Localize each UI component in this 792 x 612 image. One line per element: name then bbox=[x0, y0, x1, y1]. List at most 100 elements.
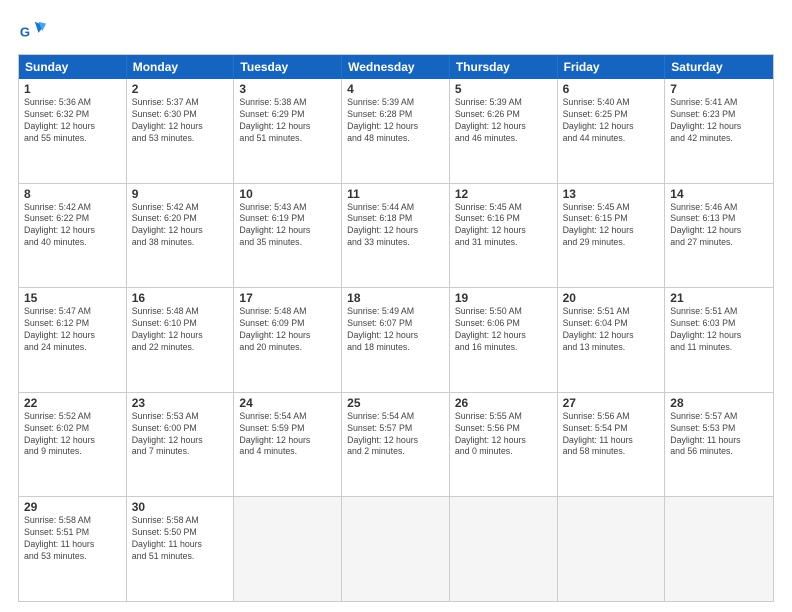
day-info: Sunrise: 5:52 AM Sunset: 6:02 PM Dayligh… bbox=[24, 411, 121, 459]
cal-cell-day-28: 28Sunrise: 5:57 AM Sunset: 5:53 PM Dayli… bbox=[665, 393, 773, 497]
day-info: Sunrise: 5:53 AM Sunset: 6:00 PM Dayligh… bbox=[132, 411, 229, 459]
day-number: 12 bbox=[455, 187, 552, 201]
day-info: Sunrise: 5:49 AM Sunset: 6:07 PM Dayligh… bbox=[347, 306, 444, 354]
day-number: 29 bbox=[24, 500, 121, 514]
cal-cell-day-26: 26Sunrise: 5:55 AM Sunset: 5:56 PM Dayli… bbox=[450, 393, 558, 497]
cal-cell-day-23: 23Sunrise: 5:53 AM Sunset: 6:00 PM Dayli… bbox=[127, 393, 235, 497]
day-info: Sunrise: 5:45 AM Sunset: 6:15 PM Dayligh… bbox=[563, 202, 660, 250]
day-info: Sunrise: 5:44 AM Sunset: 6:18 PM Dayligh… bbox=[347, 202, 444, 250]
cal-cell-day-22: 22Sunrise: 5:52 AM Sunset: 6:02 PM Dayli… bbox=[19, 393, 127, 497]
day-number: 16 bbox=[132, 291, 229, 305]
cal-cell-day-27: 27Sunrise: 5:56 AM Sunset: 5:54 PM Dayli… bbox=[558, 393, 666, 497]
header-day-friday: Friday bbox=[558, 55, 666, 79]
day-number: 20 bbox=[563, 291, 660, 305]
day-number: 21 bbox=[670, 291, 768, 305]
cal-cell-day-18: 18Sunrise: 5:49 AM Sunset: 6:07 PM Dayli… bbox=[342, 288, 450, 392]
header-day-tuesday: Tuesday bbox=[234, 55, 342, 79]
cal-cell-day-11: 11Sunrise: 5:44 AM Sunset: 6:18 PM Dayli… bbox=[342, 184, 450, 288]
cal-cell-day-20: 20Sunrise: 5:51 AM Sunset: 6:04 PM Dayli… bbox=[558, 288, 666, 392]
cal-cell-day-25: 25Sunrise: 5:54 AM Sunset: 5:57 PM Dayli… bbox=[342, 393, 450, 497]
day-number: 30 bbox=[132, 500, 229, 514]
svg-text:G: G bbox=[20, 25, 30, 40]
day-number: 5 bbox=[455, 82, 552, 96]
day-info: Sunrise: 5:56 AM Sunset: 5:54 PM Dayligh… bbox=[563, 411, 660, 459]
cal-cell-day-3: 3Sunrise: 5:38 AM Sunset: 6:29 PM Daylig… bbox=[234, 79, 342, 183]
day-number: 19 bbox=[455, 291, 552, 305]
logo-icon: G bbox=[18, 18, 46, 46]
header-day-monday: Monday bbox=[127, 55, 235, 79]
day-info: Sunrise: 5:40 AM Sunset: 6:25 PM Dayligh… bbox=[563, 97, 660, 145]
day-info: Sunrise: 5:51 AM Sunset: 6:04 PM Dayligh… bbox=[563, 306, 660, 354]
day-info: Sunrise: 5:48 AM Sunset: 6:10 PM Dayligh… bbox=[132, 306, 229, 354]
logo: G bbox=[18, 18, 50, 46]
day-number: 6 bbox=[563, 82, 660, 96]
cal-cell-day-14: 14Sunrise: 5:46 AM Sunset: 6:13 PM Dayli… bbox=[665, 184, 773, 288]
week-row-4: 29Sunrise: 5:58 AM Sunset: 5:51 PM Dayli… bbox=[19, 496, 773, 601]
day-info: Sunrise: 5:48 AM Sunset: 6:09 PM Dayligh… bbox=[239, 306, 336, 354]
cal-cell-day-19: 19Sunrise: 5:50 AM Sunset: 6:06 PM Dayli… bbox=[450, 288, 558, 392]
day-number: 22 bbox=[24, 396, 121, 410]
day-info: Sunrise: 5:42 AM Sunset: 6:20 PM Dayligh… bbox=[132, 202, 229, 250]
day-number: 18 bbox=[347, 291, 444, 305]
day-number: 28 bbox=[670, 396, 768, 410]
cal-cell-day-5: 5Sunrise: 5:39 AM Sunset: 6:26 PM Daylig… bbox=[450, 79, 558, 183]
cal-cell-day-7: 7Sunrise: 5:41 AM Sunset: 6:23 PM Daylig… bbox=[665, 79, 773, 183]
cal-cell-day-6: 6Sunrise: 5:40 AM Sunset: 6:25 PM Daylig… bbox=[558, 79, 666, 183]
day-info: Sunrise: 5:41 AM Sunset: 6:23 PM Dayligh… bbox=[670, 97, 768, 145]
day-number: 8 bbox=[24, 187, 121, 201]
cal-cell-empty-4-4 bbox=[450, 497, 558, 601]
day-info: Sunrise: 5:39 AM Sunset: 6:28 PM Dayligh… bbox=[347, 97, 444, 145]
day-number: 1 bbox=[24, 82, 121, 96]
cal-cell-day-15: 15Sunrise: 5:47 AM Sunset: 6:12 PM Dayli… bbox=[19, 288, 127, 392]
day-number: 13 bbox=[563, 187, 660, 201]
day-info: Sunrise: 5:46 AM Sunset: 6:13 PM Dayligh… bbox=[670, 202, 768, 250]
day-number: 23 bbox=[132, 396, 229, 410]
cal-cell-day-30: 30Sunrise: 5:58 AM Sunset: 5:50 PM Dayli… bbox=[127, 497, 235, 601]
day-info: Sunrise: 5:37 AM Sunset: 6:30 PM Dayligh… bbox=[132, 97, 229, 145]
day-number: 2 bbox=[132, 82, 229, 96]
week-row-0: 1Sunrise: 5:36 AM Sunset: 6:32 PM Daylig… bbox=[19, 79, 773, 183]
header-day-wednesday: Wednesday bbox=[342, 55, 450, 79]
day-info: Sunrise: 5:55 AM Sunset: 5:56 PM Dayligh… bbox=[455, 411, 552, 459]
day-info: Sunrise: 5:54 AM Sunset: 5:57 PM Dayligh… bbox=[347, 411, 444, 459]
day-info: Sunrise: 5:58 AM Sunset: 5:50 PM Dayligh… bbox=[132, 515, 229, 563]
day-info: Sunrise: 5:47 AM Sunset: 6:12 PM Dayligh… bbox=[24, 306, 121, 354]
calendar: SundayMondayTuesdayWednesdayThursdayFrid… bbox=[18, 54, 774, 602]
cal-cell-day-21: 21Sunrise: 5:51 AM Sunset: 6:03 PM Dayli… bbox=[665, 288, 773, 392]
cal-cell-day-2: 2Sunrise: 5:37 AM Sunset: 6:30 PM Daylig… bbox=[127, 79, 235, 183]
day-info: Sunrise: 5:43 AM Sunset: 6:19 PM Dayligh… bbox=[239, 202, 336, 250]
cal-cell-empty-4-6 bbox=[665, 497, 773, 601]
week-row-1: 8Sunrise: 5:42 AM Sunset: 6:22 PM Daylig… bbox=[19, 183, 773, 288]
day-info: Sunrise: 5:50 AM Sunset: 6:06 PM Dayligh… bbox=[455, 306, 552, 354]
day-info: Sunrise: 5:39 AM Sunset: 6:26 PM Dayligh… bbox=[455, 97, 552, 145]
cal-cell-day-1: 1Sunrise: 5:36 AM Sunset: 6:32 PM Daylig… bbox=[19, 79, 127, 183]
day-number: 4 bbox=[347, 82, 444, 96]
day-number: 24 bbox=[239, 396, 336, 410]
day-number: 10 bbox=[239, 187, 336, 201]
cal-cell-empty-4-3 bbox=[342, 497, 450, 601]
day-info: Sunrise: 5:58 AM Sunset: 5:51 PM Dayligh… bbox=[24, 515, 121, 563]
day-info: Sunrise: 5:42 AM Sunset: 6:22 PM Dayligh… bbox=[24, 202, 121, 250]
day-number: 15 bbox=[24, 291, 121, 305]
header-day-saturday: Saturday bbox=[665, 55, 773, 79]
day-number: 11 bbox=[347, 187, 444, 201]
week-row-3: 22Sunrise: 5:52 AM Sunset: 6:02 PM Dayli… bbox=[19, 392, 773, 497]
cal-cell-day-10: 10Sunrise: 5:43 AM Sunset: 6:19 PM Dayli… bbox=[234, 184, 342, 288]
day-info: Sunrise: 5:45 AM Sunset: 6:16 PM Dayligh… bbox=[455, 202, 552, 250]
day-info: Sunrise: 5:51 AM Sunset: 6:03 PM Dayligh… bbox=[670, 306, 768, 354]
page: G SundayMondayTuesdayWednesdayThursdayFr… bbox=[0, 0, 792, 612]
day-number: 14 bbox=[670, 187, 768, 201]
cal-cell-empty-4-2 bbox=[234, 497, 342, 601]
header: G bbox=[18, 18, 774, 46]
cal-cell-day-17: 17Sunrise: 5:48 AM Sunset: 6:09 PM Dayli… bbox=[234, 288, 342, 392]
cal-cell-day-13: 13Sunrise: 5:45 AM Sunset: 6:15 PM Dayli… bbox=[558, 184, 666, 288]
calendar-header: SundayMondayTuesdayWednesdayThursdayFrid… bbox=[19, 55, 773, 79]
cal-cell-day-4: 4Sunrise: 5:39 AM Sunset: 6:28 PM Daylig… bbox=[342, 79, 450, 183]
day-info: Sunrise: 5:36 AM Sunset: 6:32 PM Dayligh… bbox=[24, 97, 121, 145]
day-number: 3 bbox=[239, 82, 336, 96]
day-number: 9 bbox=[132, 187, 229, 201]
day-number: 25 bbox=[347, 396, 444, 410]
cal-cell-day-16: 16Sunrise: 5:48 AM Sunset: 6:10 PM Dayli… bbox=[127, 288, 235, 392]
header-day-thursday: Thursday bbox=[450, 55, 558, 79]
day-info: Sunrise: 5:54 AM Sunset: 5:59 PM Dayligh… bbox=[239, 411, 336, 459]
